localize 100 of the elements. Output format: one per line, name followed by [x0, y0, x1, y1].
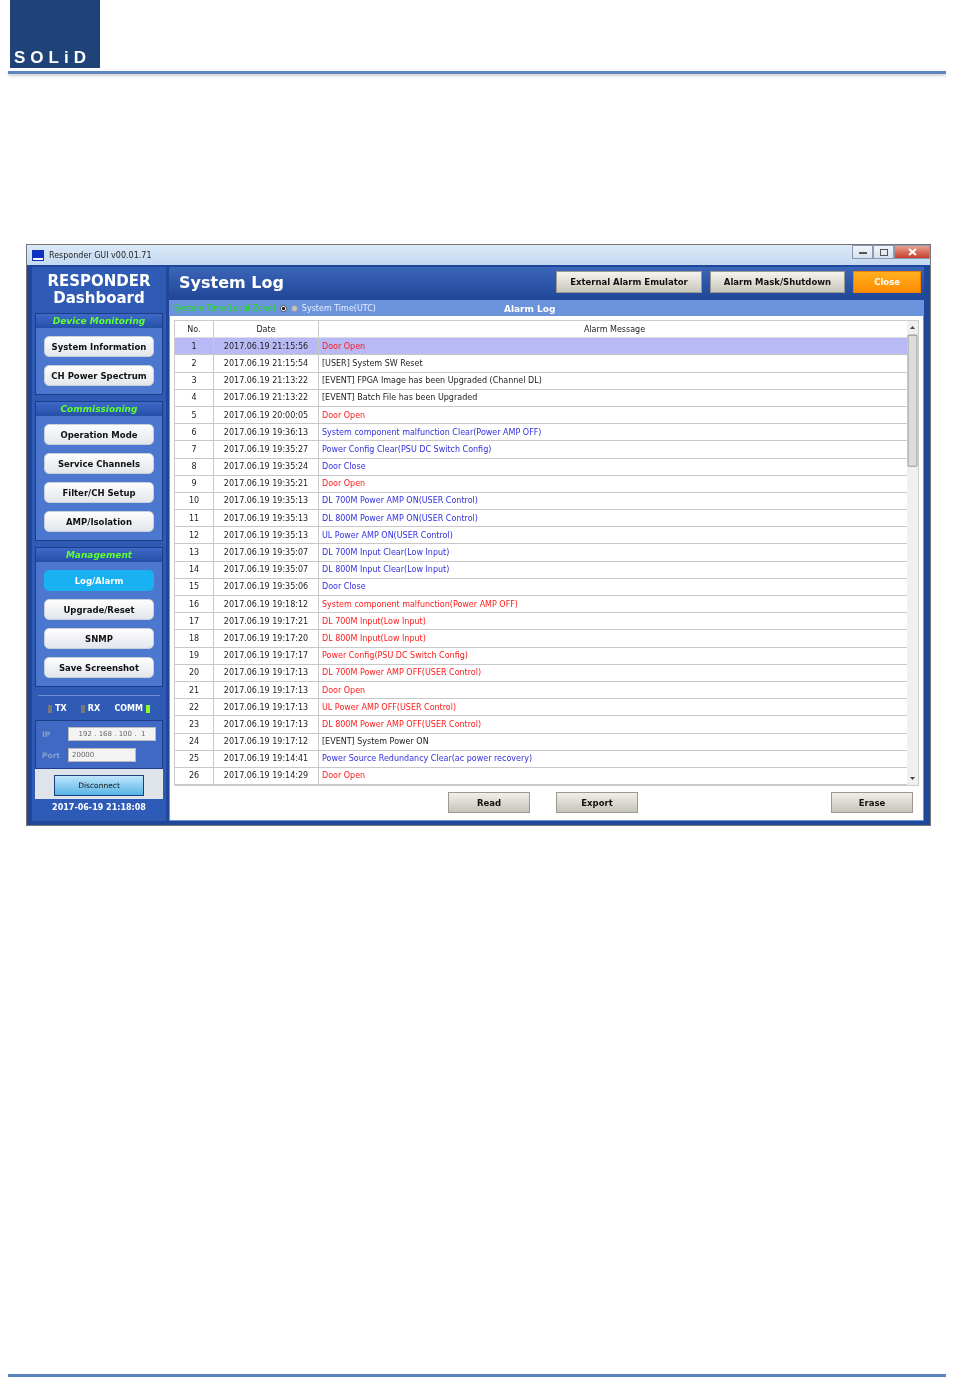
table-cell-text: Door Open: [321, 340, 367, 353]
table-row[interactable]: 14 2017.06.19 19:35:07 DL 800M Input Clear(Low Input): [175, 561, 907, 579]
table-row[interactable]: 2 2017.06.19 21:15:54 [USER] System SW Reset: [175, 355, 907, 373]
table-cell: 2017.06.19 19:36:13: [214, 424, 319, 441]
table-row[interactable]: 22 2017.06.19 19:17:13 UL Power AMP OFF(USER Control): [175, 699, 907, 717]
table-row[interactable]: 17 2017.06.19 19:17:21 DL 700M Input(Low Input): [175, 613, 907, 631]
table-row[interactable]: 11 2017.06.19 19:35:13 DL 800M Power AMP ON(USER Control): [175, 510, 907, 528]
section-header: Commissioning: [36, 402, 162, 416]
maximize-icon: [879, 248, 888, 256]
table-row[interactable]: 16 2017.06.19 19:18:12 System component malfunction(Power AMP OFF): [175, 596, 907, 614]
table-cell: 7: [175, 441, 214, 458]
table-cell-text: DL 800M Input(Low Input): [321, 632, 427, 645]
menu-button[interactable]: CH Power Spectrum: [44, 365, 154, 386]
radio-button[interactable]: [279, 305, 287, 312]
table-cell: 2017.06.19 19:35:24: [214, 458, 319, 475]
menu-button[interactable]: Service Channels: [44, 453, 154, 474]
column-header: Alarm Message: [582, 323, 647, 336]
table-cell-text: DL 800M Power AMP ON(USER Control): [321, 512, 479, 525]
table-cell: 2017.06.19 19:35:07: [214, 561, 319, 578]
table-cell: 4: [175, 389, 214, 406]
table-row[interactable]: 5 2017.06.19 20:00:05 Door Open: [175, 406, 907, 425]
table-row[interactable]: 20 2017.06.19 19:17:13 DL 700M Power AMP OFF(USER Control): [175, 664, 907, 682]
table-cell-text: [USER] System SW Reset: [321, 357, 424, 370]
table-cell-text: Power Config(PSU DC Switch Config): [321, 650, 469, 663]
action-button[interactable]: Export: [556, 792, 638, 814]
table-cell: 2017.06.19 19:17:13: [214, 664, 319, 681]
table-cell: 2017.06.19 19:35:13: [214, 527, 319, 544]
table-row[interactable]: 12 2017.06.19 19:35:13 UL Power AMP ON(USER Control): [175, 527, 907, 545]
menu-button[interactable]: AMP/Isolation: [44, 511, 154, 532]
action-button[interactable]: Read: [448, 792, 530, 814]
table-cell-text: Power Config Clear(PSU DC Switch Config): [321, 443, 493, 456]
table-row[interactable]: 19 2017.06.19 19:17:17 Power Config(PSU DC Switch Config): [175, 647, 907, 665]
table-cell: 10: [175, 492, 214, 510]
table-cell: 20: [175, 664, 214, 681]
logo: SOLiD: [10, 0, 100, 68]
column-header: No.: [175, 321, 214, 338]
table-row[interactable]: 4 2017.06.19 21:13:22 [EVENT] Batch File has been Upgraded: [175, 389, 907, 407]
table-cell: 2017.06.19 19:17:12: [214, 733, 319, 750]
time-option-label: System Time(UTC): [301, 304, 376, 313]
table-cell: 2: [175, 355, 214, 372]
table-row[interactable]: 6 2017.06.19 19:36:13 System component malfunction Clear(Power AMP OFF): [175, 424, 907, 442]
table-row[interactable]: 10 2017.06.19 19:35:13 DL 700M Power AMP ON(USER Control): [175, 492, 907, 511]
table-cell: 2017.06.19 19:17:13: [214, 699, 319, 716]
table-row[interactable]: 7 2017.06.19 19:35:27 Power Config Clear(PSU DC Switch Config): [175, 441, 907, 459]
table-cell: 11: [175, 510, 214, 527]
table-cell: 2017.06.19 20:00:05: [214, 406, 319, 424]
table-cell-text: DL 700M Input Clear(Low Input): [321, 547, 451, 560]
table-cell-text: Door Close: [321, 581, 367, 594]
table-row[interactable]: 15 2017.06.19 19:35:06 Door Close: [175, 578, 907, 596]
table-cell: 2017.06.19 19:18:12: [214, 596, 319, 613]
table-cell-text: Power Source Redundancy Clear(ac power recovery): [321, 753, 534, 766]
header-button[interactable]: Alarm Mask/Shutdown: [709, 271, 846, 293]
indicator-label: RX: [87, 704, 101, 713]
menu-button[interactable]: Save Screenshot: [44, 657, 154, 678]
table-cell-text: DL 800M Power AMP OFF(USER Control): [321, 718, 483, 731]
table-cell: 2017.06.19 19:35:13: [214, 492, 319, 510]
menu-button[interactable]: System Information: [44, 336, 154, 357]
section-header: Device Monitoring: [36, 314, 162, 328]
table-row[interactable]: 26 2017.06.19 19:14:29 Door Open: [175, 767, 907, 786]
menu-button[interactable]: Operation Mode: [44, 424, 154, 445]
table-row[interactable]: 18 2017.06.19 19:17:20 DL 800M Input(Low Input): [175, 630, 907, 648]
indicator-label: COMM: [114, 704, 143, 713]
table-row[interactable]: 23 2017.06.19 19:17:13 DL 800M Power AMP OFF(USER Control): [175, 716, 907, 734]
table-row[interactable]: 8 2017.06.19 19:35:24 Door Close: [175, 458, 907, 476]
table-cell: 17: [175, 613, 214, 630]
table-cell: 16: [175, 596, 214, 613]
column-header: Date: [214, 321, 319, 338]
table-cell: 2017.06.19 19:17:13: [214, 681, 319, 699]
table-cell: 2017.06.19 19:17:21: [214, 613, 319, 630]
menu-button[interactable]: Upgrade/Reset: [44, 599, 154, 620]
table-cell: 2017.06.19 19:35:21: [214, 475, 319, 492]
table-cell: 2017.06.19 21:13:22: [214, 389, 319, 406]
table-cell: 2017.06.19 21:15:56: [214, 338, 319, 355]
header-button[interactable]: External Alarm Emulator: [556, 271, 702, 293]
action-button[interactable]: Erase: [831, 792, 913, 814]
maximize-button[interactable]: [873, 245, 894, 259]
table-row[interactable]: 9 2017.06.19 19:35:21 Door Open: [175, 475, 907, 493]
dashboard-subtitle: Dashboard: [53, 290, 145, 307]
table-cell-text: Door Open: [321, 684, 367, 697]
table-row[interactable]: 3 2017.06.19 21:13:22 [EVENT] FPGA Image has been Upgraded (Channel DL): [175, 372, 907, 390]
table-row[interactable]: 1 2017.06.19 21:15:56 Door Open: [175, 338, 907, 356]
table-row[interactable]: 13 2017.06.19 19:35:07 DL 700M Input Clear(Low Input): [175, 544, 907, 562]
table-cell-text: [EVENT] Batch File has been Upgraded: [321, 392, 479, 405]
menu-button[interactable]: Filter/CH Setup: [44, 482, 154, 503]
table-cell: 23: [175, 716, 214, 733]
table-row[interactable]: 25 2017.06.19 19:14:41 Power Source Redundancy Clear(ac power recovery): [175, 750, 907, 768]
table-cell: 9: [175, 475, 214, 492]
scrollbar[interactable]: [907, 321, 918, 786]
app-icon: [32, 249, 44, 261]
radio-button[interactable]: [290, 305, 298, 312]
table-cell-text: DL 700M Power AMP ON(USER Control): [321, 495, 479, 508]
dashboard-title: RESPONDER: [47, 273, 151, 290]
minimize-button[interactable]: [852, 245, 873, 259]
table-row[interactable]: 21 2017.06.19 19:17:13 Door Open: [175, 681, 907, 700]
menu-button[interactable]: SNMP: [44, 628, 154, 649]
table-cell: 2017.06.19 19:17:20: [214, 630, 319, 647]
page-title: System Log: [179, 272, 284, 292]
close-button[interactable]: [894, 245, 930, 259]
table-row[interactable]: 24 2017.06.19 19:17:12 [EVENT] System Power ON: [175, 733, 907, 751]
section-header: Management: [36, 548, 162, 562]
